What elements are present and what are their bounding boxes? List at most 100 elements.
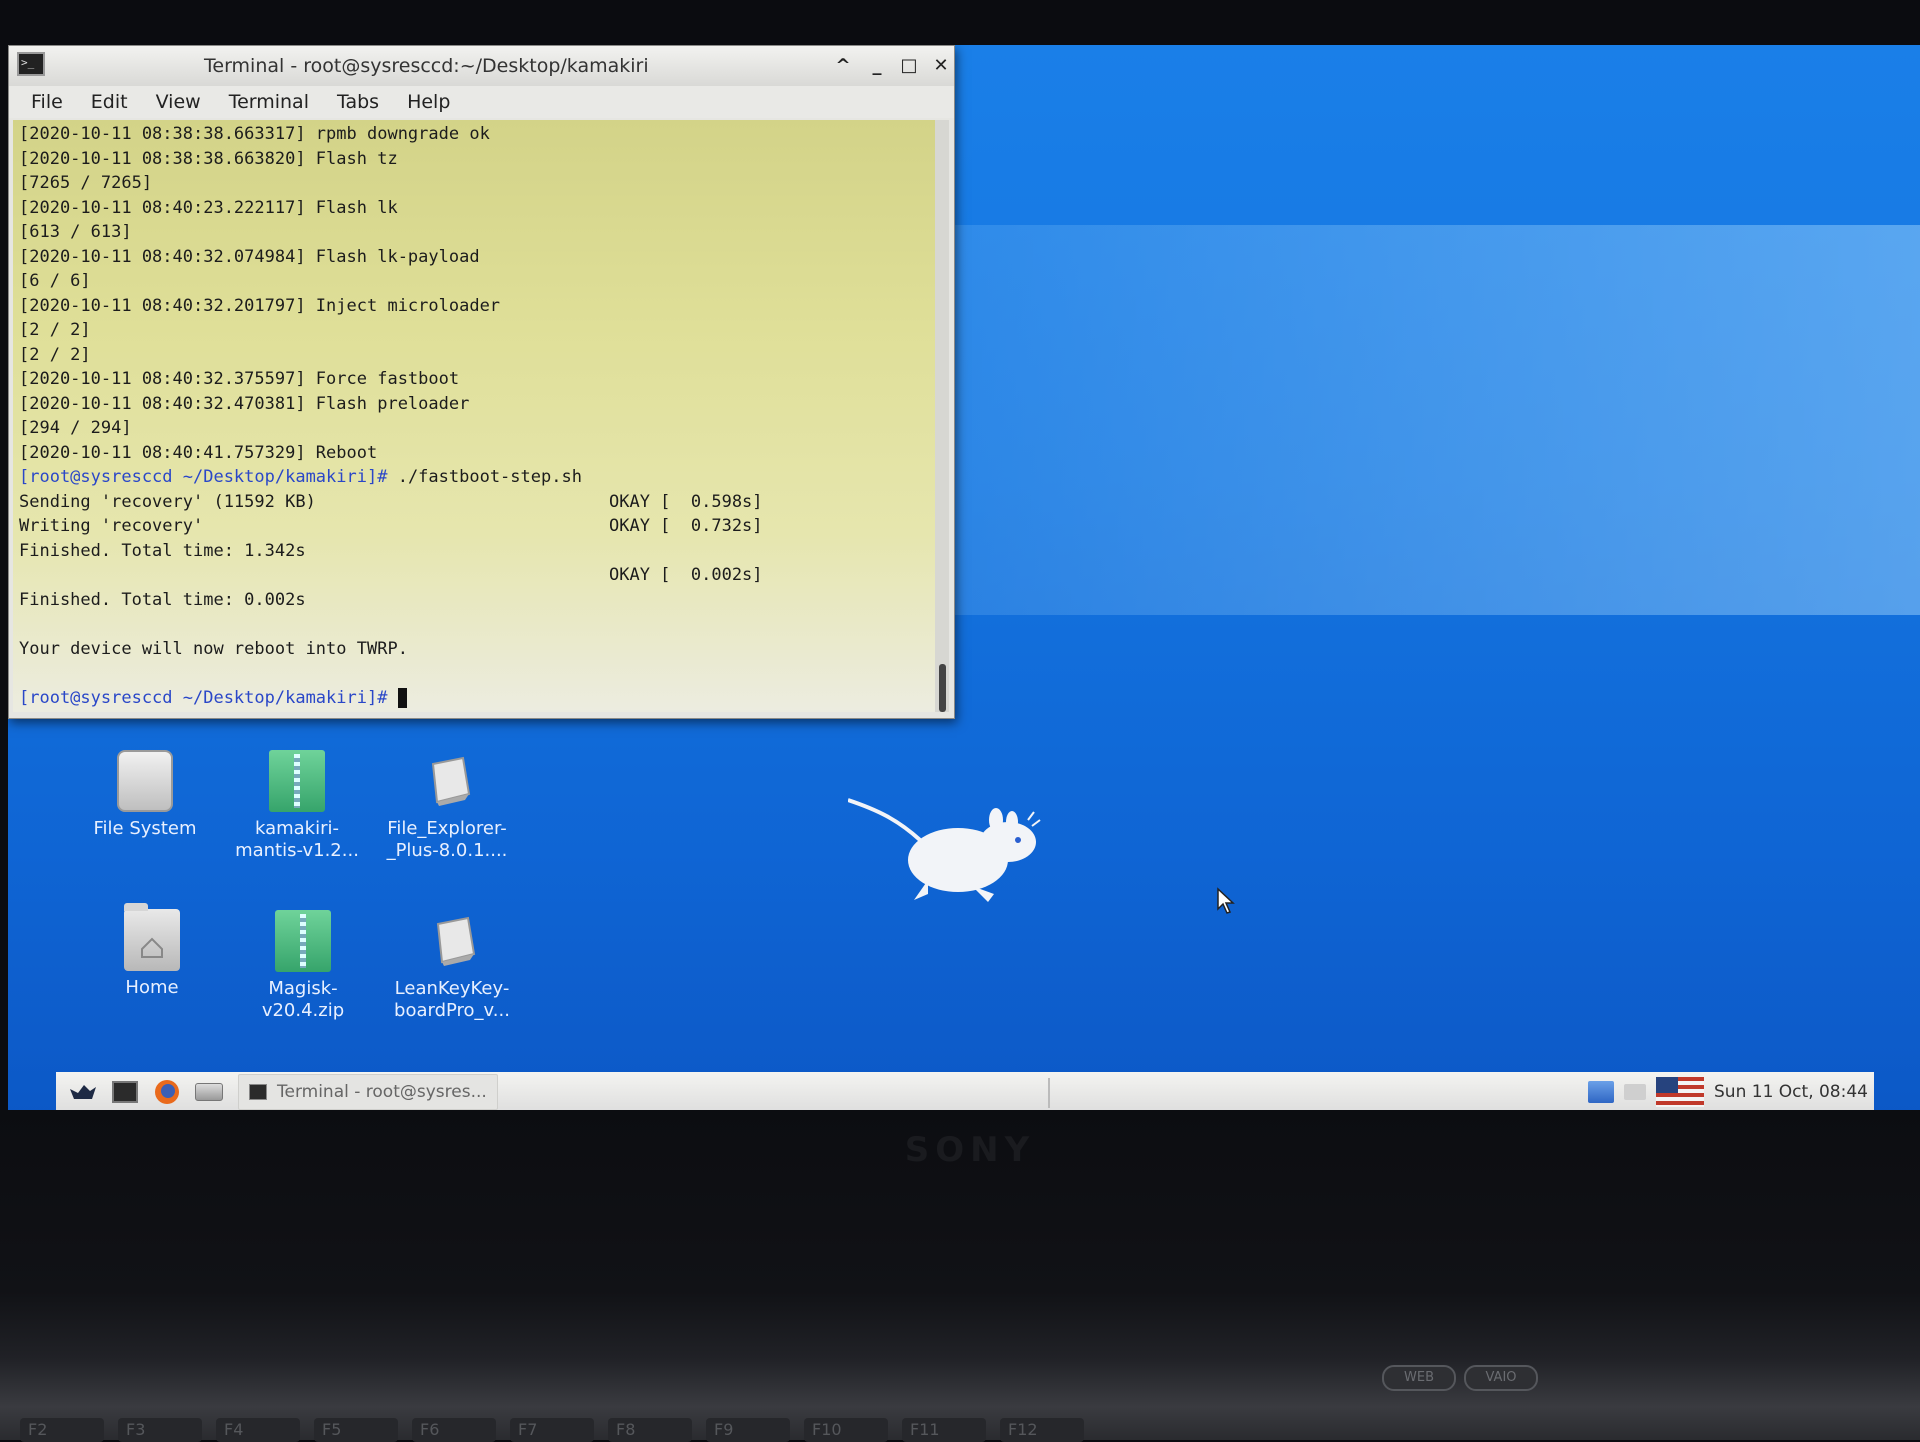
terminal-line: Your device will now reboot into TWRP.	[19, 638, 408, 659]
command-text: ./fastboot-step.sh	[387, 467, 582, 487]
close-button[interactable]: ✕	[929, 54, 953, 78]
menu-help[interactable]: Help	[393, 86, 464, 118]
icon-label: mantis-v1.2...	[235, 840, 359, 861]
icon-label: _Plus-8.0.1....	[386, 840, 508, 861]
terminal-launcher-icon[interactable]	[110, 1078, 140, 1106]
icon-label: boardPro_v...	[394, 1000, 510, 1021]
command-line: [root@sysresccd ~/Desktop/kamakiri]# ./f…	[19, 465, 929, 490]
terminal-window[interactable]: >_ Terminal - root@sysresccd:~/Desktop/k…	[8, 45, 955, 719]
desktop-icon-leankey-apk[interactable]: LeanKeyKey- boardPro_v...	[377, 910, 527, 1022]
writing-text: Writing 'recovery'	[19, 516, 204, 536]
drive-icon	[117, 750, 173, 812]
taskbar-task-terminal[interactable]: Terminal - root@sysres...	[238, 1074, 498, 1110]
terminal-line: [2 / 2]	[19, 344, 91, 365]
scrollbar-track[interactable]	[935, 120, 949, 712]
active-prompt-line[interactable]: [root@sysresccd ~/Desktop/kamakiri]#	[19, 686, 929, 711]
zip-icon	[275, 910, 331, 972]
zip-icon	[269, 750, 325, 812]
desktop-icon-file-system[interactable]: File System	[70, 750, 220, 840]
terminal-line: Finished. Total time: 1.342s	[19, 540, 306, 561]
firefox-icon[interactable]	[152, 1078, 182, 1106]
blank-step-status: OKAY [ 0.002s]	[609, 565, 763, 585]
desktop-icon-magisk-zip[interactable]: Magisk- v20.4.zip	[228, 910, 378, 1022]
shell-prompt: [root@sysresccd ~/Desktop/kamakiri]#	[19, 467, 388, 487]
terminal-line: [7265 / 7265]	[19, 173, 153, 193]
clock[interactable]: Sun 11 Oct, 08:44	[1714, 1082, 1868, 1102]
terminal-line: [2020-10-11 08:40:32.074984] Flash lk-pa…	[19, 246, 480, 267]
us-flag-keyboard-layout-icon[interactable]	[1656, 1077, 1705, 1107]
desktop-icon-home[interactable]: Home	[77, 903, 227, 999]
terminal-line: Sending 'recovery' (11592 KB) OKAY [ 0.59…	[19, 490, 929, 515]
terminal-line: [2020-10-11 08:38:38.663317] rpmb downgr…	[19, 124, 490, 144]
terminal-task-icon	[249, 1084, 267, 1100]
minimize-button[interactable]: _	[865, 54, 889, 78]
icon-label: Home	[125, 977, 179, 998]
fkey[interactable]: F3	[118, 1418, 202, 1442]
taskbar-task-label: Terminal - root@sysres...	[277, 1082, 487, 1102]
fkey[interactable]: F8	[608, 1418, 692, 1442]
apk-icon	[424, 910, 480, 972]
home-folder-icon	[124, 903, 180, 971]
desktop-icon-kamakiri-zip[interactable]: kamakiri- mantis-v1.2...	[222, 750, 372, 862]
function-key-row: F2 F3 F4 F5 F6 F7 F8 F9 F10 F11 F12	[0, 1418, 1920, 1442]
shade-button[interactable]: ^	[831, 54, 855, 78]
terminal-line: [2 / 2]	[19, 320, 91, 340]
window-title: Terminal - root@sysresccd:~/Desktop/kama…	[204, 55, 649, 77]
terminal-line: [2020-10-11 08:40:23.222117] Flash lk	[19, 197, 398, 218]
shell-prompt: [root@sysresccd ~/Desktop/kamakiri]#	[19, 687, 388, 708]
text-cursor	[397, 687, 407, 708]
terminal-output[interactable]: [2020-10-11 08:38:38.663317] rpmb downgr…	[13, 120, 935, 712]
terminal-line: [6 / 6]	[19, 271, 91, 291]
icon-label: File_Explorer-	[387, 818, 507, 839]
sending-status: OKAY [ 0.598s]	[609, 491, 763, 512]
terminal-menubar: File Edit View Terminal Tabs Help	[9, 86, 954, 118]
menu-view[interactable]: View	[142, 86, 215, 118]
terminal-line: [2020-10-11 08:40:32.201797] Inject micr…	[19, 295, 501, 316]
mouse-pointer-icon	[1217, 887, 1235, 914]
icon-label: Magisk-	[268, 978, 338, 999]
desktop-icon-file-explorer-apk[interactable]: File_Explorer- _Plus-8.0.1....	[372, 750, 522, 862]
scrollbar-thumb[interactable]	[939, 664, 946, 712]
fkey[interactable]: F5	[314, 1418, 398, 1442]
menu-terminal[interactable]: Terminal	[215, 86, 323, 118]
terminal-line: [2020-10-11 08:40:32.375597] Force fastb…	[19, 369, 460, 389]
clipboard-icon[interactable]	[1624, 1084, 1647, 1100]
menu-file[interactable]: File	[17, 86, 77, 118]
terminal-line: [2020-10-11 08:40:32.470381] Flash prelo…	[19, 393, 470, 414]
icon-label: LeanKeyKey-	[394, 978, 510, 999]
terminal-line: Finished. Total time: 0.002s	[19, 589, 306, 610]
menu-tabs[interactable]: Tabs	[323, 86, 393, 118]
terminal-line: [294 / 294]	[19, 418, 132, 438]
fkey[interactable]: F2	[20, 1418, 104, 1442]
apk-icon	[419, 750, 475, 812]
drive-manager-icon[interactable]	[194, 1078, 224, 1106]
taskbar: Terminal - root@sysres... Sun 11 Oct, 08…	[56, 1072, 1874, 1112]
web-button[interactable]: WEB	[1382, 1365, 1456, 1391]
wallpaper-highlight	[948, 225, 1920, 615]
terminal-app-icon[interactable]: >_	[17, 52, 45, 76]
fkey[interactable]: F12	[1000, 1418, 1084, 1442]
vaio-button[interactable]: VAIO	[1464, 1365, 1538, 1391]
system-tray: Sun 11 Oct, 08:44	[1588, 1072, 1868, 1112]
menu-edit[interactable]: Edit	[77, 86, 142, 118]
terminal-line: Writing 'recovery' OKAY [ 0.732s]	[19, 514, 929, 539]
applications-menu-icon[interactable]	[68, 1078, 98, 1106]
terminal-line: [2020-10-11 08:38:38.663820] Flash tz	[19, 148, 398, 169]
terminal-line: [2020-10-11 08:40:41.757329] Reboot	[19, 442, 378, 463]
taskbar-separator	[1048, 1078, 1050, 1108]
fkey[interactable]: F9	[706, 1418, 790, 1442]
fkey[interactable]: F7	[510, 1418, 594, 1442]
network-icon[interactable]	[1588, 1081, 1615, 1103]
window-titlebar[interactable]: >_ Terminal - root@sysresccd:~/Desktop/k…	[9, 46, 954, 86]
fkey[interactable]: F6	[412, 1418, 496, 1442]
fkey[interactable]: F10	[804, 1418, 888, 1442]
fkey[interactable]: F4	[216, 1418, 300, 1442]
fkey[interactable]: F11	[902, 1418, 986, 1442]
icon-label: v20.4.zip	[261, 1000, 345, 1021]
maximize-button[interactable]: □	[897, 54, 921, 78]
writing-status: OKAY [ 0.732s]	[609, 516, 763, 536]
terminal-line: [613 / 613]	[19, 222, 132, 242]
xfce-mouse-logo	[848, 798, 1041, 902]
